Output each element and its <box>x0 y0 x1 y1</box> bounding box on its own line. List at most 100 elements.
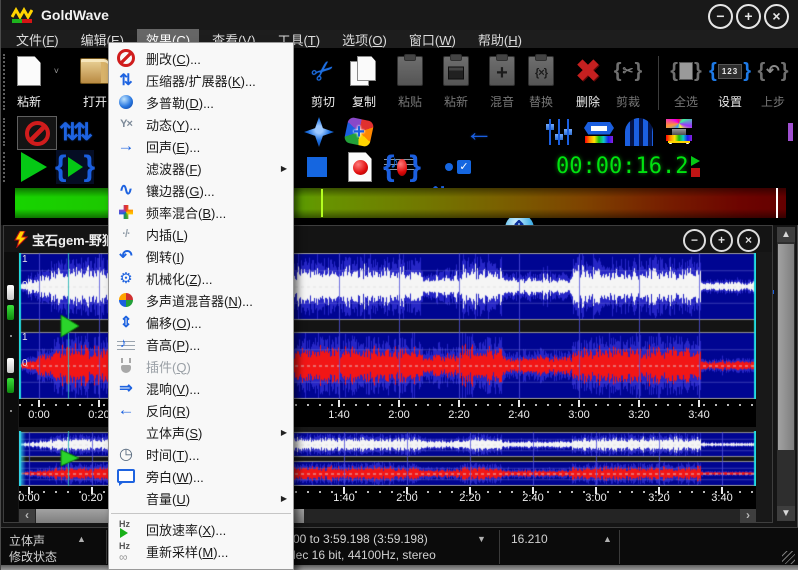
spectrum-machine-icon[interactable] <box>662 116 696 148</box>
channel-mode-arrow-icon[interactable]: ▲ <box>77 534 86 544</box>
menu-item-时间[interactable]: 时间(T)... <box>109 443 293 465</box>
organ-gate-icon[interactable] <box>622 116 656 148</box>
record-icon[interactable] <box>383 150 421 184</box>
fader-knob-white[interactable] <box>7 285 14 300</box>
vertical-scroll-thumb[interactable] <box>778 244 794 450</box>
hexagon-spectrum-icon[interactable] <box>582 116 616 148</box>
scroll-up-arrow-icon[interactable]: ▲ <box>777 227 795 242</box>
star-burst-icon[interactable] <box>302 116 336 148</box>
toolbar-button-label: 删除 <box>566 93 610 110</box>
menu-item-混响[interactable]: 混响(V)... <box>109 377 293 399</box>
toolbar-button-删除[interactable]: 删除 <box>566 52 610 112</box>
menu-item-label: 混响(V)... <box>146 379 200 398</box>
menu-item-label: 倒转(I) <box>146 247 184 266</box>
time-label: 2:20 <box>448 409 469 421</box>
menu-item-多声道混音器[interactable]: 多声道混音器(N)... <box>109 289 293 311</box>
menu-item-镶边器[interactable]: 镶边器(G)... <box>109 179 293 201</box>
frequency-blend-icon <box>115 202 137 222</box>
doc-close-button[interactable]: × <box>737 229 760 252</box>
menubar-item[interactable]: 选项(O) <box>333 29 396 50</box>
left-arrow-icon[interactable] <box>462 116 496 148</box>
play-selection-icon[interactable] <box>56 150 94 184</box>
vertical-scrollbar[interactable]: ▲ ▼ <box>777 227 795 521</box>
scroll-left-arrow-icon[interactable]: ‹ <box>19 509 35 523</box>
color-mix-icon[interactable] <box>342 116 376 148</box>
doc-minimize-button[interactable]: − <box>683 229 706 252</box>
menu-item-label: 反向(R) <box>146 401 190 420</box>
pitch-icon <box>115 334 137 354</box>
position-arrow-icon[interactable]: ▲ <box>603 534 612 544</box>
menu-item-反向[interactable]: 反向(R) <box>109 399 293 421</box>
doc-maximize-button[interactable]: + <box>710 229 733 252</box>
toolbar-button-复制[interactable]: 复制 <box>342 52 386 112</box>
menu-item-滤波器[interactable]: 滤波器(F)▶ <box>109 157 293 179</box>
menu-item-倒转[interactable]: 倒转(I) <box>109 245 293 267</box>
document-icon <box>14 231 28 248</box>
menu-item-label: 删改(C)... <box>146 49 201 68</box>
record-new-icon[interactable] <box>341 150 379 184</box>
resize-grip[interactable] <box>782 551 795 564</box>
time-label: 2:40 <box>508 409 529 421</box>
compress-arrows-icon[interactable] <box>59 116 93 148</box>
toolbar-button-label: 剪裁 <box>606 93 650 110</box>
interpolate-icon <box>115 224 137 244</box>
fader-knob-green[interactable] <box>7 378 14 393</box>
dropdown-chevron-icon[interactable]: ˅ <box>54 66 59 76</box>
menu-item-压缩器/扩展器[interactable]: 压缩器/扩展器(K)... <box>109 69 293 91</box>
offset-icon <box>115 312 137 332</box>
menubar-item[interactable]: 窗口(W) <box>400 29 465 50</box>
fader-knob-green[interactable] <box>7 305 14 320</box>
stop-icon[interactable] <box>298 150 336 184</box>
prohibit-icon[interactable] <box>17 116 57 150</box>
menubar-item[interactable]: 帮助(H) <box>469 29 531 50</box>
fader-knob-white[interactable] <box>7 358 14 373</box>
format-info-value: lec 16 bit, 44100Hz, stereo <box>293 548 436 562</box>
minimize-button[interactable]: − <box>708 4 733 29</box>
menu-item-内插[interactable]: 内插(L) <box>109 223 293 245</box>
menu-item-label: 旁白(W)... <box>146 467 204 486</box>
menu-item-立体声[interactable]: 立体声(S)▶ <box>109 421 293 443</box>
menu-item-重新采样[interactable]: 重新采样(M)... <box>109 540 293 562</box>
monitor-check-icon[interactable] <box>439 150 477 184</box>
time-label: 0:20 <box>88 409 109 421</box>
menu-item-动态[interactable]: 动态(Y)... <box>109 113 293 135</box>
trim-icon: {✂} <box>610 54 646 88</box>
time-display-value: 00:00:16.2 <box>556 154 688 179</box>
menu-item-回放速率[interactable]: 回放速率(X)... <box>109 518 293 540</box>
time-label: 2:00 <box>396 492 417 504</box>
menu-item-回声[interactable]: 回声(E)... <box>109 135 293 157</box>
menu-item-偏移[interactable]: 偏移(O)... <box>109 311 293 333</box>
close-button[interactable]: × <box>764 4 789 29</box>
toolbar-button-剪切[interactable]: 剪切 <box>301 52 345 112</box>
menu-item-频率混合[interactable]: 频率混合(B)... <box>109 201 293 223</box>
menu-item-音高[interactable]: 音高(P)... <box>109 333 293 355</box>
menu-item-音量[interactable]: 音量(U)▶ <box>109 487 293 509</box>
meter-end-line <box>776 188 778 218</box>
reverb-icon <box>115 378 137 398</box>
channel-mode-label[interactable]: 立体声 <box>9 532 45 549</box>
time-label: 3:00 <box>585 492 606 504</box>
major-tick <box>458 400 460 407</box>
menu-item-旁白[interactable]: 旁白(W)... <box>109 465 293 487</box>
selection-dropdown-arrow-icon[interactable]: ▼ <box>477 534 486 544</box>
major-tick <box>338 400 340 407</box>
channel-fader-strip[interactable] <box>4 252 18 522</box>
scissors-icon <box>305 54 341 88</box>
scroll-right-arrow-icon[interactable]: › <box>740 509 756 523</box>
play-icon[interactable] <box>15 150 53 184</box>
menu-item-删改[interactable]: 删改(C)... <box>109 47 293 69</box>
maximize-button[interactable]: + <box>736 4 761 29</box>
menubar-item[interactable]: 文件(F) <box>7 29 68 50</box>
undo-step-icon-inner: ↶ <box>766 61 779 81</box>
resample-icon <box>115 541 137 561</box>
menu-item-机械化[interactable]: 机械化(Z)... <box>109 267 293 289</box>
scroll-down-arrow-icon[interactable]: ▼ <box>777 506 795 521</box>
toolbar-button-粘新[interactable]: ˅粘新 <box>7 52 51 112</box>
equalizer-sliders-icon[interactable] <box>542 116 576 148</box>
submenu-arrow-icon: ▶ <box>281 494 287 503</box>
toolbar-button-设置[interactable]: {123}设置 <box>708 52 752 112</box>
clipped-icon[interactable] <box>783 116 797 148</box>
fader-dot <box>10 410 12 412</box>
select-all-icon: {} <box>668 54 704 88</box>
menu-item-多普勒[interactable]: 多普勒(D)... <box>109 91 293 113</box>
